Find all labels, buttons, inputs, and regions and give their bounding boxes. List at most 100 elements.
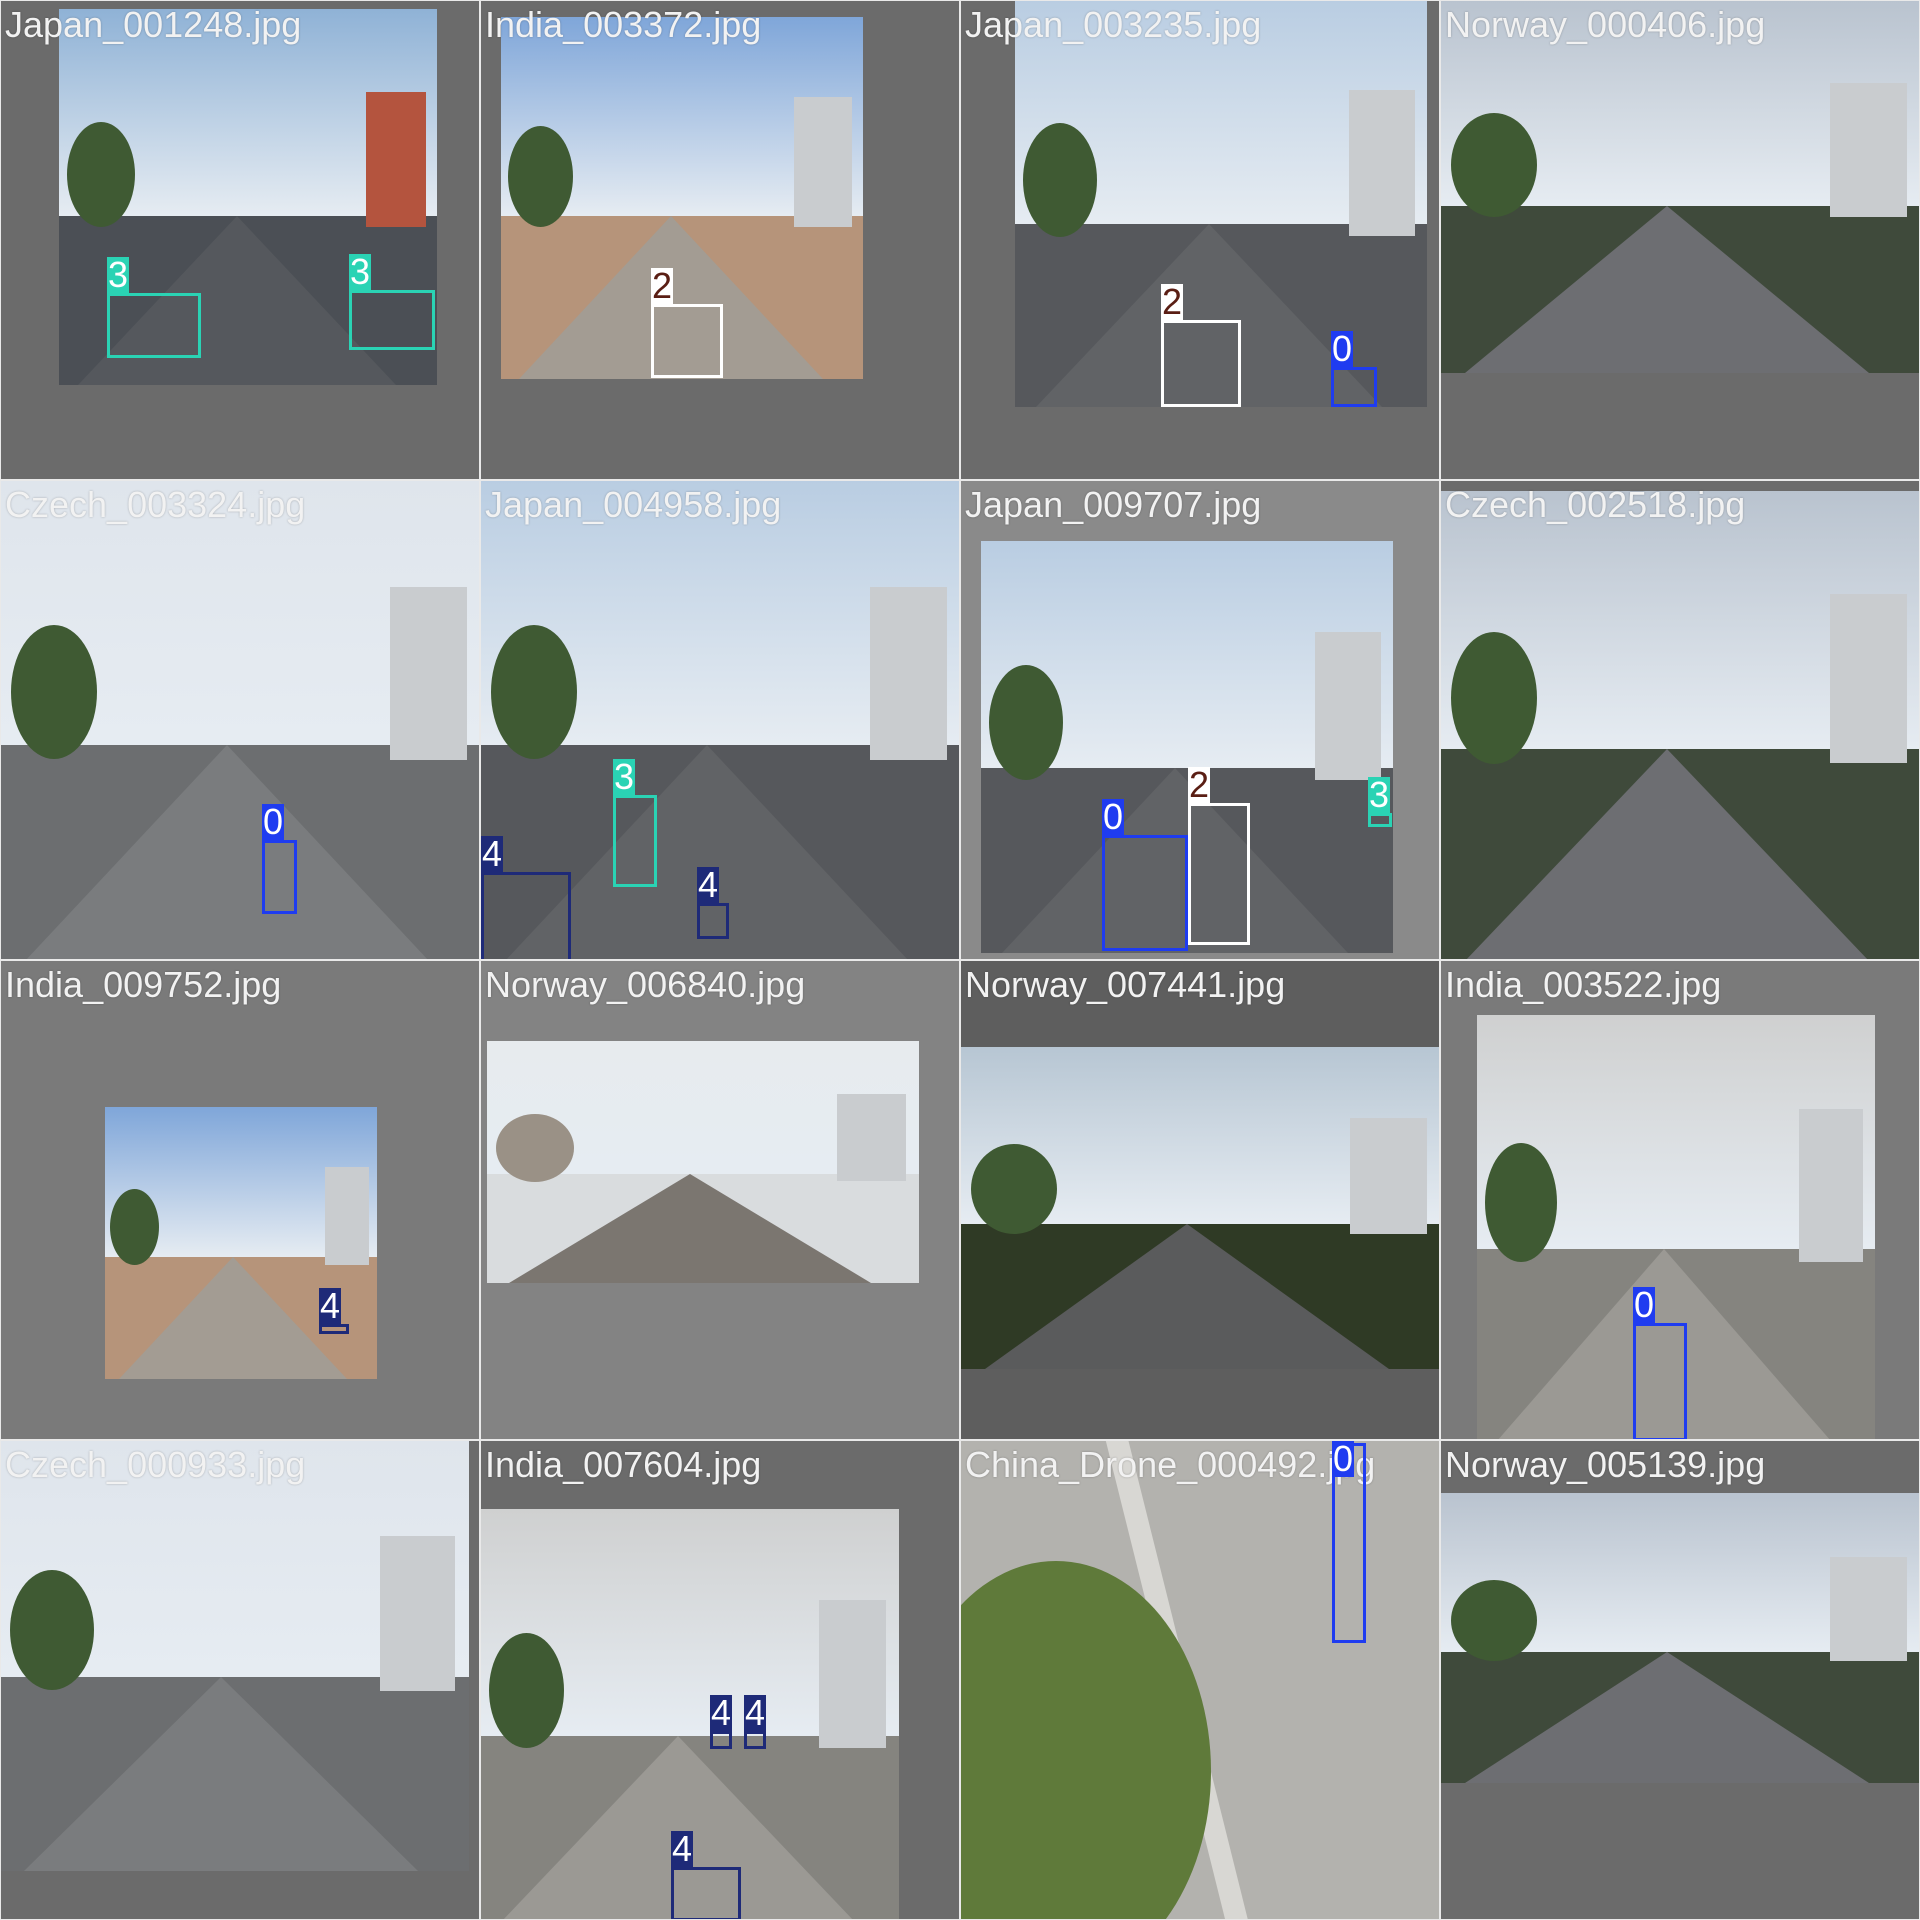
detection-box [1331, 367, 1377, 407]
mosaic-tile: Norway_006840.jpg [480, 960, 960, 1440]
detection-class-label: 4 [697, 864, 720, 905]
detection-box [744, 1731, 766, 1749]
detection-class-label: 3 [107, 254, 130, 295]
detection-box [710, 1731, 732, 1749]
image-filename: Japan_009707.jpg [965, 484, 1262, 525]
image-filename: Czech_000933.jpg [5, 1444, 306, 1485]
image-filename: Japan_004958.jpg [485, 484, 782, 525]
detection-class-label: 3 [349, 251, 372, 292]
detection-class-label: 0 [262, 801, 285, 842]
road-surface [1465, 206, 1869, 373]
detection-mosaic-grid: Japan_001248.jpg 3 3 India_003372.jpg 2 Japan… [0, 0, 1920, 1920]
detection-box [671, 1867, 741, 1919]
image-filename: India_007604.jpg [485, 1444, 762, 1485]
detection-class-label: 3 [1368, 774, 1391, 815]
tree [1451, 113, 1537, 217]
tree [971, 1144, 1057, 1234]
building [870, 587, 947, 760]
tree [1023, 123, 1097, 237]
building [380, 1536, 455, 1691]
mosaic-tile: Norway_000406.jpg [1440, 0, 1920, 480]
detection-class-label: 4 [710, 1692, 733, 1733]
building [366, 92, 426, 227]
detection-box [481, 872, 571, 959]
tree [491, 625, 577, 759]
road-surface [1465, 1652, 1869, 1783]
image-filename: Norway_007441.jpg [965, 964, 1286, 1005]
detection-box [1102, 835, 1188, 951]
building [1830, 1557, 1907, 1661]
building [819, 1600, 886, 1748]
image-filename: India_009752.jpg [5, 964, 282, 1005]
building [794, 97, 852, 227]
detection-class-label: 0 [1331, 328, 1354, 369]
detection-class-label: 3 [613, 756, 636, 797]
tree [508, 126, 573, 227]
detection-box [651, 304, 723, 378]
road-surface [119, 1257, 347, 1379]
road-surface [24, 1677, 418, 1871]
detection-box [697, 903, 729, 939]
image-filename: Czech_003324.jpg [5, 484, 306, 525]
mosaic-tile: Norway_007441.jpg [960, 960, 1440, 1440]
building [837, 1094, 906, 1181]
mosaic-tile: India_007604.jpg 4 4 4 [480, 1440, 960, 1920]
mosaic-tile: India_003522.jpg 0 [1440, 960, 1920, 1440]
mosaic-tile: Japan_003235.jpg 2 0 [960, 0, 1440, 480]
building [1799, 1109, 1863, 1262]
mosaic-tile: Czech_002518.jpg [1440, 480, 1920, 960]
building [1830, 83, 1907, 217]
detection-box [613, 795, 657, 887]
street-photo [961, 1047, 1439, 1369]
building [1830, 594, 1907, 763]
mosaic-tile: Czech_003324.jpg 0 [0, 480, 480, 960]
mosaic-tile: China_Drone_000492.jpg 0 [960, 1440, 1440, 1920]
tree [110, 1189, 159, 1265]
detection-class-label: 0 [1332, 1440, 1355, 1479]
road-surface [25, 745, 429, 959]
mosaic-tile: Japan_001248.jpg 3 3 [0, 0, 480, 480]
mosaic-tile: Japan_004958.jpg 3 4 4 [480, 480, 960, 960]
street-photo [961, 1441, 1439, 1919]
image-filename: Japan_003235.jpg [965, 4, 1262, 45]
detection-class-label: 2 [1161, 281, 1184, 322]
building [325, 1167, 369, 1265]
detection-box [1161, 320, 1241, 407]
street-photo [487, 1041, 919, 1283]
mosaic-tile: Japan_009707.jpg 0 2 3 [960, 480, 1440, 960]
detection-box [349, 290, 435, 350]
mosaic-tile: Norway_005139.jpg [1440, 1440, 1920, 1920]
tree [1451, 1580, 1537, 1661]
image-filename: Norway_006840.jpg [485, 964, 806, 1005]
image-filename: Norway_005139.jpg [1445, 1444, 1766, 1485]
tree-canopy [961, 1561, 1211, 1919]
detection-class-label: 2 [1188, 764, 1211, 805]
image-filename: China_Drone_000492.jpg [965, 1444, 1376, 1485]
detection-class-label: 2 [651, 265, 674, 306]
tree [10, 1570, 94, 1690]
street-photo [1441, 1, 1919, 373]
street-photo [1441, 491, 1919, 959]
street-photo [1441, 1493, 1919, 1783]
image-filename: Czech_002518.jpg [1445, 484, 1746, 525]
tree [1451, 632, 1537, 764]
tree [67, 122, 135, 227]
road-surface [509, 1174, 871, 1283]
tree [11, 625, 97, 759]
detection-box [262, 840, 297, 914]
image-filename: India_003522.jpg [1445, 964, 1722, 1005]
building [1349, 90, 1415, 236]
tree [496, 1114, 574, 1182]
image-filename: Japan_001248.jpg [5, 4, 302, 45]
mosaic-tile: Czech_000933.jpg [0, 1440, 480, 1920]
tree [489, 1633, 564, 1748]
road-surface [1465, 749, 1869, 959]
image-filename: India_003372.jpg [485, 4, 762, 45]
detection-class-label: 4 [481, 833, 504, 874]
building [390, 587, 467, 760]
road-surface [985, 1224, 1389, 1369]
detection-class-label: 0 [1633, 1284, 1656, 1325]
detection-class-label: 4 [319, 1285, 342, 1326]
detection-box [1368, 813, 1392, 827]
street-photo [1, 481, 479, 959]
